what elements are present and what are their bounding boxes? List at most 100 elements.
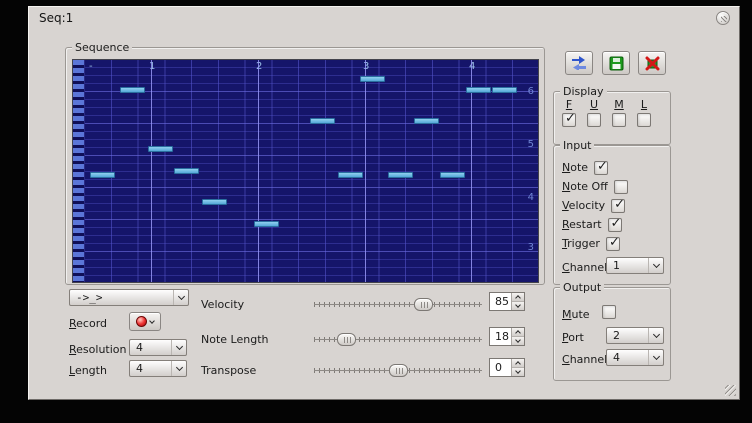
display-zone-checkbox[interactable] xyxy=(612,113,626,127)
spin-down-button[interactable] xyxy=(512,337,524,345)
spin-down-button[interactable] xyxy=(512,302,524,310)
port-select[interactable]: 2 xyxy=(606,327,664,344)
spin-down-button[interactable] xyxy=(512,368,524,376)
input-check-row: Velocity xyxy=(562,197,625,214)
input-check-label: Note Off xyxy=(562,180,608,193)
display-zone-u: U xyxy=(586,98,602,127)
mute-checkbox[interactable] xyxy=(602,305,616,319)
display-zone-checkbox[interactable] xyxy=(637,113,651,127)
output-group-label: Output xyxy=(560,281,604,294)
display-zone-letter: U xyxy=(590,98,598,111)
length-label: Length xyxy=(69,364,107,377)
loop-mode-select[interactable]: ->_> xyxy=(69,289,189,306)
window-menu-icon xyxy=(721,16,727,22)
note-bar[interactable] xyxy=(414,118,439,124)
note-checkbox[interactable] xyxy=(594,161,608,175)
output-channel-select[interactable]: 4 xyxy=(606,349,664,366)
sequence-group-label: Sequence xyxy=(72,41,132,54)
note-bar[interactable] xyxy=(148,146,173,152)
chevron-down-icon xyxy=(648,350,663,365)
velocity-slider-handle[interactable] xyxy=(414,298,433,311)
seq-module-window: Seq:1 Sequence -12346543 ->_> Record Res… xyxy=(28,6,740,400)
record-label: Record xyxy=(69,317,107,330)
output-groupbox: Output Mute Port 2 Channel 4 xyxy=(553,287,671,381)
note-bar[interactable] xyxy=(466,87,491,93)
transpose-label: Transpose xyxy=(201,364,256,377)
transpose-spinbox[interactable]: 0 xyxy=(489,358,525,377)
note-off-checkbox[interactable] xyxy=(614,180,628,194)
transpose-slider-handle[interactable] xyxy=(389,364,408,377)
note-bar[interactable] xyxy=(254,221,279,227)
desktop: { "window": { "title": "Seq:1" }, "seque… xyxy=(0,0,752,423)
display-group-label: Display xyxy=(560,85,607,98)
beat-gridline xyxy=(471,60,472,282)
green-floppy-icon xyxy=(609,56,624,71)
port-label: Port xyxy=(562,331,584,344)
display-zone-checkbox[interactable] xyxy=(562,113,576,127)
output-channel-label: Channel xyxy=(562,353,607,366)
spin-up-button[interactable] xyxy=(512,359,524,368)
note-bar[interactable] xyxy=(360,76,385,82)
beat-label: 2 xyxy=(256,61,262,72)
loop-mode-value: ->_> xyxy=(76,291,173,304)
note-bar[interactable] xyxy=(492,87,517,93)
input-group-label: Input xyxy=(560,139,594,152)
piano-roll[interactable]: -12346543 xyxy=(72,59,539,283)
beat-gridline xyxy=(258,60,259,282)
input-channel-label: Channel xyxy=(562,261,607,274)
note-length-value: 18 xyxy=(490,328,511,345)
resolution-value: 4 xyxy=(136,341,171,354)
store-pattern-button[interactable] xyxy=(602,51,630,75)
chevron-down-icon xyxy=(648,258,663,273)
note-length-slider-handle[interactable] xyxy=(337,333,356,346)
display-zone-f: F xyxy=(561,98,577,127)
load-pattern-button[interactable] xyxy=(565,51,593,75)
octave-label: 5 xyxy=(528,139,534,150)
note-bar[interactable] xyxy=(174,168,199,174)
note-length-label: Note Length xyxy=(201,333,268,346)
beat-label: - xyxy=(89,61,93,72)
delete-pattern-button[interactable] xyxy=(638,51,666,75)
blue-arrows-icon xyxy=(571,56,587,70)
beat-label: 4 xyxy=(469,61,475,72)
velocity-slider-track[interactable] xyxy=(314,302,482,307)
window-menu-button[interactable] xyxy=(716,11,730,25)
octave-label: 4 xyxy=(528,192,534,203)
note-bar[interactable] xyxy=(310,118,335,124)
note-bar[interactable] xyxy=(120,87,145,93)
length-select[interactable]: 4 xyxy=(129,360,187,377)
resize-grip[interactable] xyxy=(725,385,736,396)
resolution-label: Resolution xyxy=(69,343,126,356)
red-cross-icon xyxy=(645,56,660,71)
velocity-spinbox[interactable]: 85 xyxy=(489,292,525,311)
spin-up-button[interactable] xyxy=(512,328,524,337)
record-button[interactable] xyxy=(129,312,161,331)
velocity-checkbox[interactable] xyxy=(611,199,625,213)
input-channel-select[interactable]: 1 xyxy=(606,257,664,274)
note-bar[interactable] xyxy=(338,172,363,178)
sequence-groupbox: Sequence -12346543 xyxy=(65,47,545,285)
chevron-down-icon xyxy=(171,340,186,355)
length-value: 4 xyxy=(136,362,171,375)
record-led-icon xyxy=(136,316,147,327)
beat-gridline xyxy=(151,60,152,282)
trigger-checkbox[interactable] xyxy=(606,237,620,251)
input-check-label: Trigger xyxy=(562,237,600,250)
resolution-select[interactable]: 4 xyxy=(129,339,187,356)
beat-label: 1 xyxy=(149,61,155,72)
note-bar[interactable] xyxy=(440,172,465,178)
note-length-spinbox[interactable]: 18 xyxy=(489,327,525,346)
port-value: 2 xyxy=(613,329,648,342)
beat-gridline xyxy=(365,60,366,282)
keyboard-strip xyxy=(73,60,85,282)
note-bar[interactable] xyxy=(90,172,115,178)
display-zone-checkbox[interactable] xyxy=(587,113,601,127)
note-bar[interactable] xyxy=(388,172,413,178)
note-grid[interactable]: -12346543 xyxy=(85,60,538,282)
chevron-down-icon xyxy=(171,361,186,376)
note-bar[interactable] xyxy=(202,199,227,205)
restart-checkbox[interactable] xyxy=(608,218,622,232)
output-channel-value: 4 xyxy=(613,351,648,364)
window-title: Seq:1 xyxy=(39,11,73,25)
spin-up-button[interactable] xyxy=(512,293,524,302)
